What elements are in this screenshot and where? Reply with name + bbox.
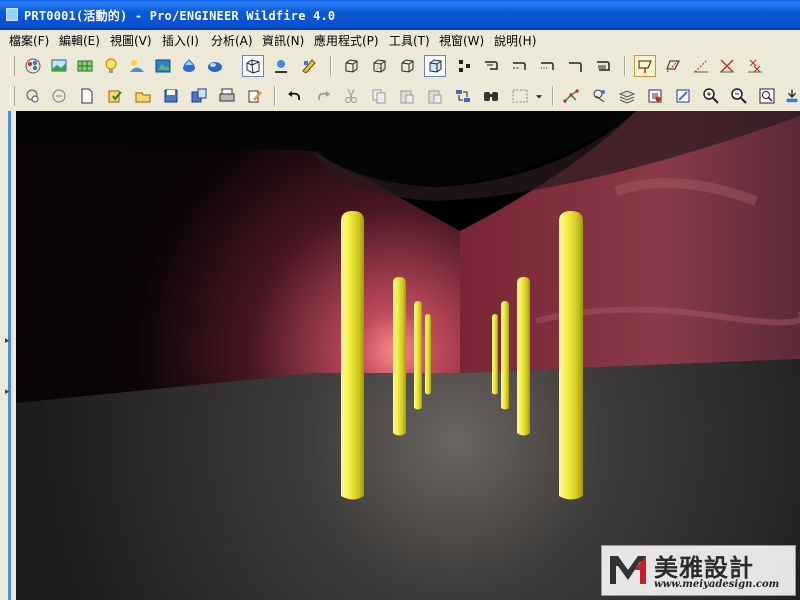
datum-point-tool-icon[interactable] xyxy=(560,85,582,107)
perspective-icon[interactable] xyxy=(178,55,200,77)
datum-curve-icon[interactable] xyxy=(536,55,558,77)
toolbar-grip[interactable] xyxy=(10,56,15,76)
datum-point-icon[interactable] xyxy=(564,55,586,77)
no-hidden-icon[interactable] xyxy=(396,55,418,77)
render-window-icon[interactable] xyxy=(242,55,264,77)
datum-plane-icon[interactable] xyxy=(480,55,502,77)
regenerate-icon[interactable] xyxy=(452,85,474,107)
menu-help[interactable]: 說明(H) xyxy=(494,32,536,49)
expand-arrow-icon[interactable]: ▸ xyxy=(5,336,10,346)
menu-applications[interactable]: 應用程式(P) xyxy=(314,32,379,49)
send-mail-icon[interactable] xyxy=(160,85,182,107)
scene-icon[interactable] xyxy=(126,55,148,77)
annotation-display-icon[interactable] xyxy=(744,55,766,77)
menu-bar: 檔案(F) 編輯(E) 視圖(V) 插入(I) 分析(A) 資訊(N) 應用程式… xyxy=(0,30,800,50)
edit-icon[interactable] xyxy=(244,85,266,107)
coord-sys-icon[interactable] xyxy=(592,55,614,77)
app-icon[interactable] xyxy=(6,8,18,21)
menu-edit[interactable]: 編輯(E) xyxy=(59,32,100,49)
menu-insert[interactable]: 插入(I) xyxy=(162,32,199,49)
toolbar-bottom xyxy=(0,82,800,110)
appearance-gallery-icon[interactable] xyxy=(22,55,44,77)
zoom-window-icon[interactable] xyxy=(756,85,778,107)
zoom-out-icon[interactable] xyxy=(728,85,750,107)
spin-center-icon[interactable] xyxy=(644,85,666,107)
print-icon[interactable] xyxy=(132,85,154,107)
toolbar-separator xyxy=(330,56,332,76)
title-bar: PRT0001(活動的) - Pro/ENGINEER Wildfire 4.0 xyxy=(0,0,800,30)
print-icon-2[interactable] xyxy=(216,85,238,107)
paste-special-icon[interactable] xyxy=(424,85,446,107)
toolbar-separator xyxy=(552,86,554,106)
model-setup-icon[interactable] xyxy=(48,55,70,77)
undo-icon[interactable] xyxy=(284,85,306,107)
axes-display-icon[interactable] xyxy=(662,55,684,77)
menu-analysis[interactable]: 分析(A) xyxy=(211,32,253,49)
selection-filter-icon[interactable] xyxy=(508,85,532,107)
wireframe-icon[interactable] xyxy=(340,55,362,77)
layers-stack-icon[interactable] xyxy=(616,85,638,107)
watermark-title: 美雅設計 xyxy=(654,554,754,582)
expand-arrow-icon[interactable]: ▸ xyxy=(5,387,10,397)
hidden-line-icon[interactable] xyxy=(368,55,390,77)
toolbar-grip[interactable] xyxy=(10,86,15,106)
rendered-scene xyxy=(16,111,800,600)
menu-view[interactable]: 視圖(V) xyxy=(110,32,152,49)
toolbar-separator xyxy=(274,86,276,106)
render-icon[interactable] xyxy=(204,55,226,77)
environment-icon[interactable] xyxy=(152,55,174,77)
chevron-down-icon[interactable] xyxy=(532,85,546,107)
toolbar-top xyxy=(0,52,800,80)
copy-icon[interactable] xyxy=(368,85,390,107)
watermark-url: www.meiyadesign.com xyxy=(654,579,780,590)
view-manager-icon[interactable] xyxy=(784,85,800,107)
datum-axis-icon[interactable] xyxy=(508,55,530,77)
region-render-icon[interactable] xyxy=(270,55,292,77)
menu-window[interactable]: 視窗(W) xyxy=(439,32,484,49)
save-icon[interactable] xyxy=(76,85,98,107)
graphics-window[interactable] xyxy=(16,111,800,600)
refit-icon[interactable] xyxy=(672,85,694,107)
room-editor-icon[interactable] xyxy=(74,55,96,77)
toolbar-separator xyxy=(624,56,626,76)
zoom-in-icon[interactable] xyxy=(700,85,722,107)
points-display-icon[interactable] xyxy=(690,55,712,77)
layers-icon[interactable] xyxy=(188,85,210,107)
sketch-icon[interactable] xyxy=(588,85,610,107)
window-title: PRT0001(活動的) - Pro/ENGINEER Wildfire 4.0 xyxy=(24,9,336,23)
paste-icon[interactable] xyxy=(396,85,418,107)
planes-display-icon[interactable] xyxy=(634,55,656,77)
menu-file[interactable]: 檔案(F) xyxy=(9,32,49,49)
light-editor-icon[interactable] xyxy=(100,55,122,77)
watermark: 美雅設計 www.meiyadesign.com xyxy=(601,545,796,596)
find-icon[interactable] xyxy=(480,85,502,107)
logo-icon xyxy=(610,556,646,584)
save-copy-icon[interactable] xyxy=(104,85,126,107)
open-icon[interactable] xyxy=(48,85,70,107)
left-panel-gutter: ▸ ▸ xyxy=(0,111,16,600)
panel-splitter[interactable] xyxy=(8,111,11,600)
cut-icon[interactable] xyxy=(340,85,362,107)
new-icon[interactable] xyxy=(22,85,44,107)
csys-display-icon[interactable] xyxy=(716,55,738,77)
menu-tools[interactable]: 工具(T) xyxy=(389,32,430,49)
model-tree-icon[interactable] xyxy=(454,55,476,77)
menu-info[interactable]: 資訊(N) xyxy=(262,32,304,49)
palette-icon[interactable] xyxy=(298,55,320,77)
redo-icon[interactable] xyxy=(312,85,334,107)
shading-icon[interactable] xyxy=(424,55,446,77)
